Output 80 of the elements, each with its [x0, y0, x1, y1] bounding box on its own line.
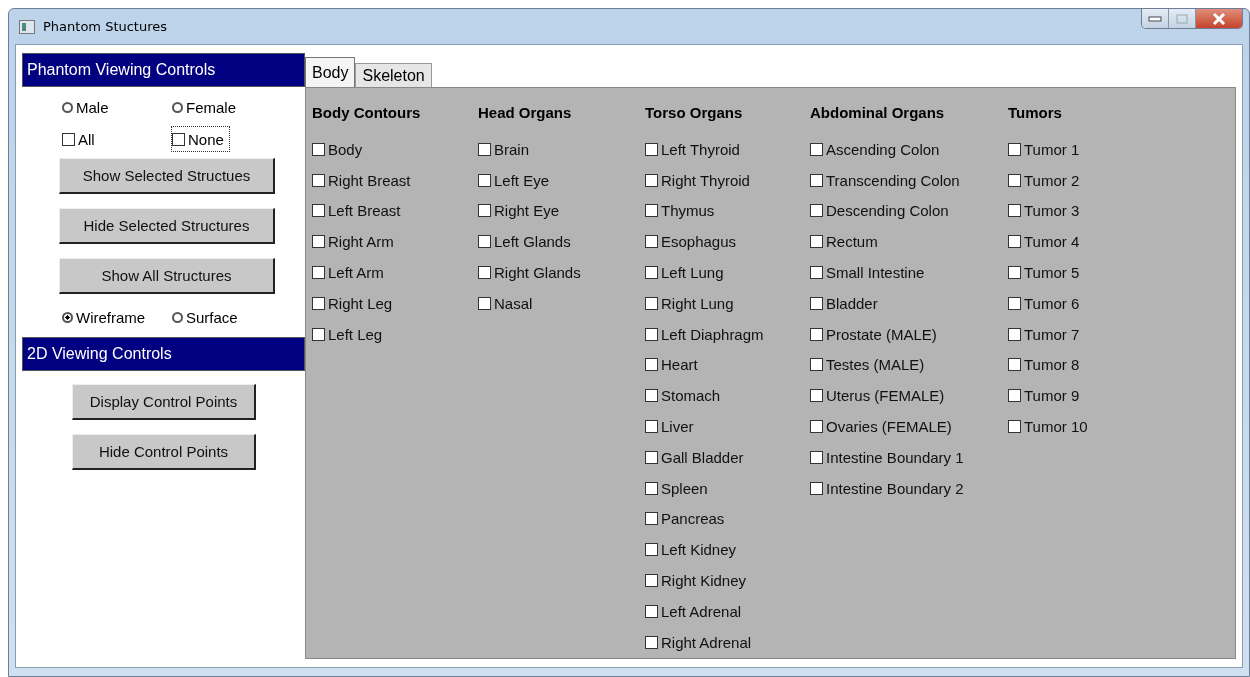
- checkbox[interactable]: Left Arm: [312, 257, 464, 288]
- checkbox[interactable]: Tumor 3: [1008, 195, 1088, 227]
- checkbox[interactable]: Left Diaphragm: [645, 318, 796, 350]
- action-button[interactable]: Hide Selected Structures: [59, 208, 275, 244]
- checkbox[interactable]: Ascending Colon: [810, 134, 994, 165]
- checkbox[interactable]: Left Eye: [478, 164, 631, 196]
- checkbox[interactable]: Right Adrenal: [645, 626, 796, 658]
- checkbox[interactable]: Heart: [645, 349, 796, 381]
- window-title: Phantom Stuctures: [43, 19, 168, 34]
- tab[interactable]: Body: [305, 57, 356, 87]
- checkbox[interactable]: Left Breast: [312, 195, 464, 227]
- checkbox[interactable]: Small Intestine: [810, 257, 994, 288]
- checkbox[interactable]: Transcending Colon: [810, 164, 994, 196]
- action-button[interactable]: Hide Control Points: [72, 434, 256, 470]
- checkbox[interactable]: Tumor 7: [1008, 318, 1088, 350]
- checkbox[interactable]: Descending Colon: [810, 195, 994, 227]
- checkbox[interactable]: Right Glands: [478, 257, 631, 288]
- minimize-button[interactable]: [1142, 9, 1169, 28]
- checkbox[interactable]: Tumor 9: [1008, 380, 1088, 412]
- checkbox[interactable]: Thymus: [645, 195, 796, 227]
- checkbox[interactable]: Pancreas: [645, 503, 796, 535]
- checkbox[interactable]: Stomach: [645, 380, 796, 412]
- checkbox[interactable]: Left Thyroid: [645, 134, 796, 165]
- checkbox[interactable]: Tumor 4: [1008, 226, 1088, 258]
- checkbox[interactable]: Intestine Boundary 2: [810, 472, 994, 504]
- group-heading: Tumors: [1008, 104, 1063, 123]
- radio-button[interactable]: Surface: [172, 305, 282, 329]
- checkbox[interactable]: Right Kidney: [645, 565, 796, 596]
- checkbox[interactable]: Intestine Boundary 1: [810, 441, 994, 473]
- checkbox[interactable]: Tumor 10: [1008, 411, 1088, 442]
- checkbox[interactable]: Bladder: [810, 288, 994, 319]
- group-heading: Abdominal Organs: [810, 104, 946, 123]
- checkbox[interactable]: All: [62, 127, 172, 151]
- checkbox[interactable]: Right Breast: [312, 164, 464, 196]
- checkbox[interactable]: Tumor 6: [1008, 288, 1088, 319]
- close-icon: [1212, 12, 1226, 25]
- checkbox[interactable]: Left Lung: [645, 257, 796, 288]
- tab[interactable]: Skeleton: [355, 63, 432, 87]
- group-heading: Torso Organs: [645, 104, 744, 123]
- checkbox[interactable]: Uterus (FEMALE): [810, 380, 994, 412]
- checkbox[interactable]: Tumor 5: [1008, 257, 1088, 288]
- minimize-icon: [1148, 15, 1162, 22]
- checkbox[interactable]: None: [172, 127, 229, 151]
- group-heading: Head Organs: [478, 104, 573, 123]
- maximize-button[interactable]: [1169, 9, 1196, 28]
- checkbox[interactable]: Right Arm: [312, 226, 464, 258]
- checkbox[interactable]: Ovaries (FEMALE): [810, 411, 994, 442]
- checkbox[interactable]: Left Leg: [312, 318, 464, 350]
- checkbox[interactable]: Gall Bladder: [645, 441, 796, 473]
- checkbox[interactable]: Right Thyroid: [645, 164, 796, 196]
- checkbox[interactable]: Right Leg: [312, 288, 464, 319]
- checkbox[interactable]: Tumor 1: [1008, 134, 1088, 165]
- group-heading: Body Contours: [312, 104, 422, 123]
- checkbox[interactable]: Prostate (MALE): [810, 318, 994, 350]
- radio-button[interactable]: Wireframe: [62, 305, 172, 329]
- action-button[interactable]: Show All Structures: [59, 258, 275, 294]
- checkbox[interactable]: Esophagus: [645, 226, 796, 258]
- action-button[interactable]: Display Control Points: [72, 384, 256, 420]
- checkbox[interactable]: Spleen: [645, 472, 796, 504]
- checkbox[interactable]: Liver: [645, 411, 796, 442]
- checkbox[interactable]: Rectum: [810, 226, 994, 258]
- checkbox[interactable]: Left Glands: [478, 226, 631, 258]
- checkbox[interactable]: Body: [312, 134, 464, 165]
- close-button[interactable]: [1196, 9, 1242, 28]
- checkbox[interactable]: Brain: [478, 134, 631, 165]
- checkbox[interactable]: Testes (MALE): [810, 349, 994, 381]
- checkbox[interactable]: Right Eye: [478, 195, 631, 227]
- window-icon: [19, 19, 35, 34]
- checkbox[interactable]: Tumor 2: [1008, 164, 1088, 196]
- checkbox[interactable]: Left Kidney: [645, 534, 796, 566]
- checkbox[interactable]: Nasal: [478, 288, 631, 319]
- checkbox[interactable]: Right Lung: [645, 288, 796, 319]
- maximize-icon: [1176, 13, 1188, 24]
- action-button[interactable]: Show Selected Structues: [59, 158, 275, 194]
- radio-button[interactable]: Male: [62, 95, 172, 119]
- radio-button[interactable]: Female: [172, 95, 282, 119]
- checkbox[interactable]: Left Adrenal: [645, 595, 796, 627]
- checkbox[interactable]: Tumor 8: [1008, 349, 1088, 381]
- section-header: 2D Viewing Controls: [22, 337, 305, 371]
- section-header: Phantom Viewing Controls: [22, 53, 305, 87]
